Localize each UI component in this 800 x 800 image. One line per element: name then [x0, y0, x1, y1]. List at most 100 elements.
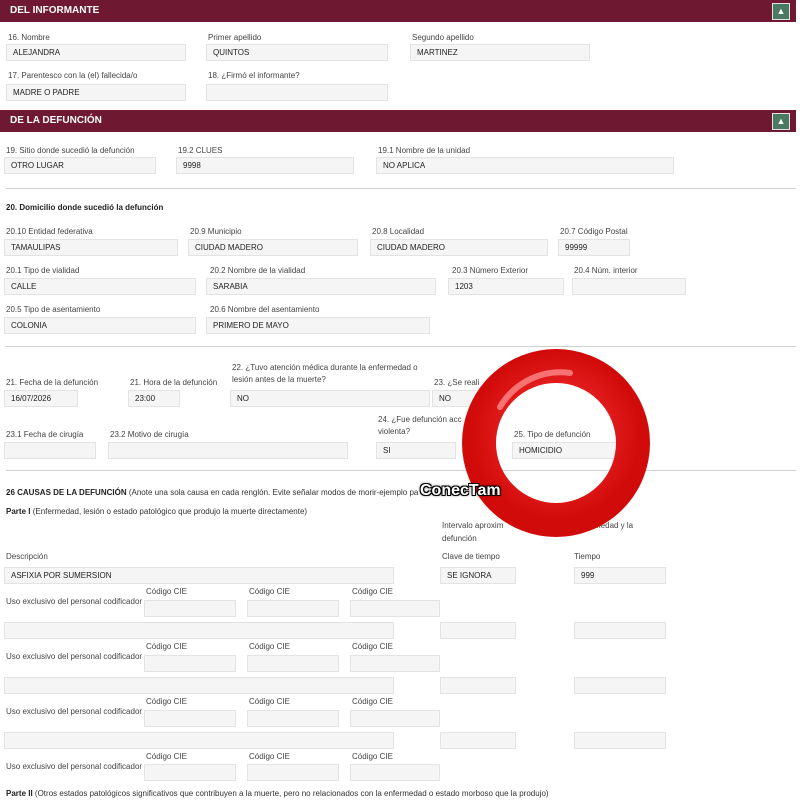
entidad-label: 20.10 Entidad federativa	[6, 227, 93, 236]
parte2-note: (Otros estados patológicos significativo…	[34, 789, 549, 798]
num-int-field[interactable]	[572, 278, 686, 295]
segundo-apellido-label: Segundo apellido	[412, 33, 474, 42]
section-title: DE LA DEFUNCIÓN	[10, 115, 102, 126]
codigo-cie-field[interactable]	[350, 764, 440, 781]
codigo-cie-field[interactable]	[350, 600, 440, 617]
defuncion-section-header: DE LA DEFUNCIÓN ▲	[0, 110, 796, 132]
motivo-cirugia-label: 23.2 Motivo de cirugía	[110, 430, 189, 439]
divider	[6, 346, 796, 347]
codigo-cie-field[interactable]	[144, 600, 236, 617]
codigo-cie-label: Código CIE	[352, 752, 393, 761]
watermark: ConecTam	[420, 482, 501, 499]
nombre-asentamiento-label: 20.6 Nombre del asentamiento	[210, 305, 320, 314]
chevron-up-icon[interactable]: ▲	[772, 113, 790, 130]
clave-tiempo-field[interactable]	[440, 732, 516, 749]
codigo-cie-label: Código CIE	[146, 752, 187, 761]
codigo-cie-field[interactable]	[350, 710, 440, 727]
codigo-cie-label: Código CIE	[249, 752, 290, 761]
firmo-field[interactable]	[206, 84, 388, 101]
causa-descripcion-field[interactable]: ASFIXIA POR SUMERSION	[4, 567, 394, 584]
fecha-cirugia-label: 23.1 Fecha de cirugía	[6, 430, 84, 439]
localidad-field[interactable]: CIUDAD MADERO	[370, 239, 548, 256]
causa-descripcion-field[interactable]	[4, 677, 394, 694]
red-ring-icon	[462, 349, 650, 537]
firmo-label: 18. ¿Firmó el informante?	[208, 71, 300, 80]
codigo-cie-label: Código CIE	[146, 697, 187, 706]
num-int-label: 20.4 Núm. interior	[574, 266, 638, 275]
codigo-cie-field[interactable]	[144, 764, 236, 781]
municipio-label: 20.9 Municipio	[190, 227, 242, 236]
cp-field[interactable]: 99999	[558, 239, 630, 256]
codigo-cie-label: Código CIE	[249, 587, 290, 596]
divider	[6, 188, 796, 189]
parentesco-field[interactable]: MADRE O PADRE	[6, 84, 186, 101]
causa-descripcion-field[interactable]	[4, 622, 394, 639]
tiempo-field[interactable]	[574, 622, 666, 639]
domicilio-title: 20. Domicilio donde sucedió la defunción	[6, 203, 164, 212]
clave-tiempo-field[interactable]: SE IGNORA	[440, 567, 516, 584]
parte2-row: Parte II (Otros estados patológicos sign…	[6, 789, 549, 798]
clave-tiempo-field[interactable]	[440, 677, 516, 694]
parte2-title: Parte II	[6, 789, 33, 798]
tipo-vialidad-field[interactable]: CALLE	[4, 278, 196, 295]
codigo-cie-label: Código CIE	[352, 587, 393, 596]
uso-exclusivo-label: Uso exclusivo del personal codificador	[6, 707, 143, 716]
descripcion-label: Descripción	[6, 552, 48, 561]
hora-defuncion-label: 21. Hora de la defunción	[130, 378, 218, 387]
nombre-asentamiento-field[interactable]: PRIMERO DE MAYO	[206, 317, 430, 334]
unidad-field[interactable]: NO APLICA	[376, 157, 674, 174]
municipio-field[interactable]: CIUDAD MADERO	[188, 239, 358, 256]
clues-label: 19.2 CLUES	[178, 146, 223, 155]
causas-note: (Anote una sola causa en cada renglón. E…	[128, 488, 419, 497]
codigo-cie-label: Código CIE	[249, 697, 290, 706]
sitio-label: 19. Sitio donde sucedió la defunción	[6, 146, 135, 155]
nombre-field[interactable]: ALEJANDRA	[6, 44, 186, 61]
codigo-cie-label: Código CIE	[352, 697, 393, 706]
codigo-cie-field[interactable]	[247, 710, 339, 727]
tiempo-label: Tiempo	[574, 552, 601, 561]
codigo-cie-field[interactable]	[350, 655, 440, 672]
codigo-cie-field[interactable]	[247, 655, 339, 672]
codigo-cie-label: Código CIE	[249, 642, 290, 651]
segundo-apellido-field[interactable]: MARTINEZ	[410, 44, 590, 61]
atencion-medica-label: 22. ¿Tuvo atención médica durante la enf…	[232, 363, 418, 384]
hora-defuncion-field[interactable]: 23:00	[128, 390, 180, 407]
informante-section-header: DEL INFORMANTE ▲	[0, 0, 796, 22]
num-ext-field[interactable]: 1203	[448, 278, 564, 295]
chevron-up-icon[interactable]: ▲	[772, 3, 790, 20]
clues-field[interactable]: 9998	[176, 157, 354, 174]
entidad-field[interactable]: TAMAULIPAS	[4, 239, 178, 256]
tipo-asentamiento-field[interactable]: COLONIA	[4, 317, 196, 334]
causa-descripcion-field[interactable]	[4, 732, 394, 749]
codigo-cie-label: Código CIE	[146, 587, 187, 596]
tiempo-field[interactable]: 999	[574, 567, 666, 584]
uso-exclusivo-label: Uso exclusivo del personal codificador	[6, 652, 143, 661]
tiempo-field[interactable]	[574, 677, 666, 694]
clave-tiempo-field[interactable]	[440, 622, 516, 639]
causas-title: 26 CAUSAS DE LA DEFUNCIÓN	[6, 488, 127, 497]
divider	[6, 470, 796, 471]
nombre-label: 16. Nombre	[8, 33, 50, 42]
primer-apellido-field[interactable]: QUINTOS	[206, 44, 388, 61]
sitio-field[interactable]: OTRO LUGAR	[4, 157, 156, 174]
nombre-vialidad-label: 20.2 Nombre de la vialidad	[210, 266, 306, 275]
atencion-medica-field[interactable]: NO	[230, 390, 430, 407]
parte1-note: (Enfermedad, lesión o estado patológico …	[32, 507, 308, 516]
codigo-cie-field[interactable]	[247, 764, 339, 781]
tipo-vialidad-label: 20.1 Tipo de vialidad	[6, 266, 80, 275]
motivo-cirugia-field[interactable]	[108, 442, 348, 459]
cp-label: 20.7 Código Postal	[560, 227, 628, 236]
tiempo-field[interactable]	[574, 732, 666, 749]
localidad-label: 20.8 Localidad	[372, 227, 425, 236]
codigo-cie-field[interactable]	[144, 655, 236, 672]
section-title: DEL INFORMANTE	[10, 5, 100, 16]
fecha-cirugia-field[interactable]	[4, 442, 96, 459]
codigo-cie-field[interactable]	[144, 710, 236, 727]
fecha-defuncion-field[interactable]: 16/07/2026	[4, 390, 78, 407]
parentesco-label: 17. Parentesco con la (el) fallecida/o	[8, 71, 138, 80]
violenta-field[interactable]: SI	[376, 442, 456, 459]
parte1-title: Parte I	[6, 507, 31, 516]
codigo-cie-label: Código CIE	[146, 642, 187, 651]
codigo-cie-field[interactable]	[247, 600, 339, 617]
nombre-vialidad-field[interactable]: SARABIA	[206, 278, 436, 295]
